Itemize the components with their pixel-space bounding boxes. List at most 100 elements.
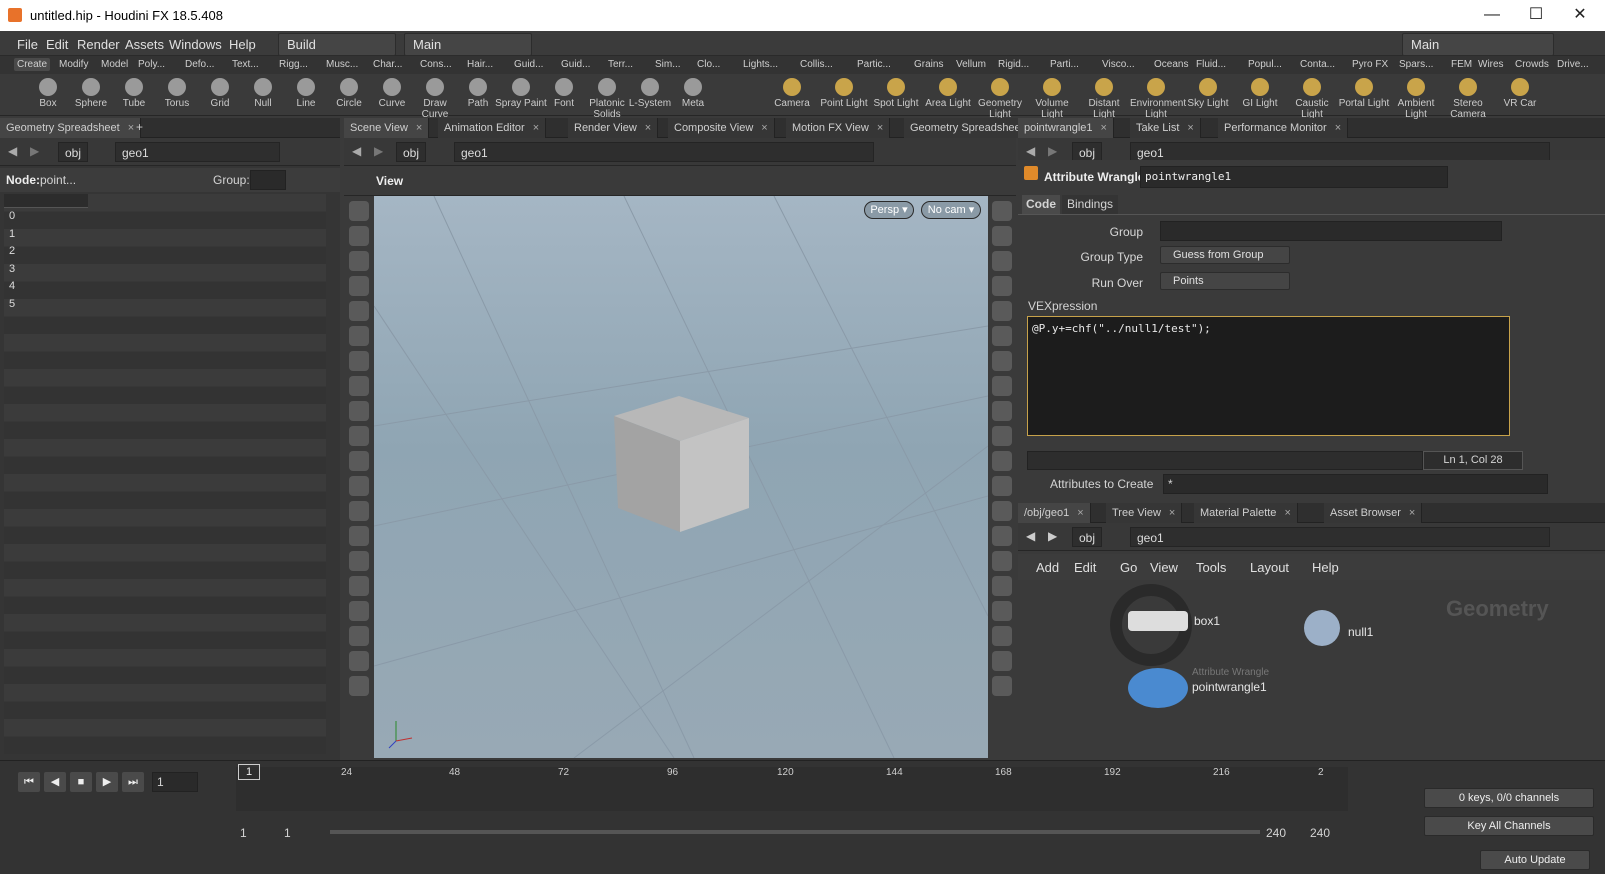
shelf-tool[interactable]: Ambient Light (1390, 78, 1442, 120)
close-button[interactable]: ✕ (1558, 4, 1602, 26)
viewer-tool-icon[interactable] (349, 501, 369, 521)
forward-arrow-icon[interactable]: ▶ (1048, 529, 1057, 543)
shelf-tab[interactable]: Visco... (1099, 58, 1138, 71)
path-obj[interactable]: obj (58, 142, 89, 162)
run-over-menu[interactable]: Points (1160, 272, 1290, 290)
path-obj[interactable]: obj (1072, 142, 1103, 162)
shelf-tab[interactable]: Char... (370, 58, 405, 71)
shelf-tab[interactable]: Fluid... (1193, 58, 1229, 71)
shelf-tab[interactable]: Collis... (797, 58, 836, 71)
shelf-tab[interactable]: Pyro FX (1349, 58, 1391, 71)
viewer-tool-icon[interactable] (349, 576, 369, 596)
display-option-icon[interactable] (992, 376, 1012, 396)
shelf-tab[interactable]: Parti... (1047, 58, 1082, 71)
menu-edit[interactable]: Edit (46, 37, 68, 52)
network-menu-item[interactable]: Go (1120, 560, 1137, 575)
viewer-tool-icon[interactable] (349, 351, 369, 371)
display-option-icon[interactable] (992, 351, 1012, 371)
tab-right[interactable]: Take List × (1130, 118, 1201, 138)
path-geo[interactable]: geo1 (115, 142, 280, 162)
shelf-tool[interactable]: Point Light (818, 78, 870, 110)
tab-right[interactable]: Performance Monitor × (1218, 118, 1349, 138)
viewer-tool-icon[interactable] (349, 301, 369, 321)
shelf-tab[interactable]: Grains (911, 58, 946, 71)
jump-end-button[interactable]: ⏭ (122, 772, 144, 792)
display-option-icon[interactable] (992, 476, 1012, 496)
tab-center[interactable]: Animation Editor × (438, 118, 547, 138)
shelf-tool[interactable]: Spot Light (870, 78, 922, 110)
viewer-tool-icon[interactable] (349, 201, 369, 221)
null-node[interactable] (1304, 610, 1340, 646)
start-frame[interactable]: 1 (240, 826, 247, 840)
menu-assets[interactable]: Assets (125, 37, 164, 52)
close-tab-icon[interactable]: × (645, 122, 651, 134)
shelf-tab[interactable]: Wires (1475, 58, 1507, 71)
network-menu-item[interactable]: Tools (1196, 560, 1226, 575)
tab-center[interactable]: Render View × (568, 118, 659, 138)
shelf-tool[interactable]: Distant Light (1078, 78, 1130, 120)
group-field[interactable] (250, 170, 286, 190)
network-menu-item[interactable]: Add (1036, 560, 1059, 575)
keys-status[interactable]: 0 keys, 0/0 channels (1424, 788, 1594, 808)
shelf-tab[interactable]: Poly... (135, 58, 168, 71)
shelf-tab[interactable]: Oceans (1151, 58, 1191, 71)
path-geo[interactable]: geo1 (454, 142, 874, 162)
shelf-tool[interactable]: Meta (667, 78, 719, 110)
display-option-icon[interactable] (992, 551, 1012, 571)
display-option-icon[interactable] (992, 451, 1012, 471)
close-tab-icon[interactable]: × (1284, 507, 1290, 519)
shelf-tab[interactable]: Model (98, 58, 131, 71)
close-tab-icon[interactable]: × (1187, 122, 1193, 134)
shelf-tab[interactable]: Rigg... (276, 58, 311, 71)
node-name-field[interactable]: pointwrangle1 (1140, 166, 1448, 188)
path-geo[interactable]: geo1 (1130, 527, 1550, 547)
stop-button[interactable]: ■ (70, 772, 92, 792)
shelf-tool[interactable]: Caustic Light (1286, 78, 1338, 120)
desktop-dropdown[interactable]: Build (278, 33, 396, 56)
network-menu-item[interactable]: Help (1312, 560, 1339, 575)
end-frame[interactable]: 240 (1266, 826, 1286, 840)
tab-bindings[interactable]: Bindings (1062, 195, 1118, 214)
viewer-tool-icon[interactable] (349, 651, 369, 671)
wrangle-node[interactable] (1128, 668, 1188, 708)
close-tab-icon[interactable]: × (533, 122, 539, 134)
display-option-icon[interactable] (992, 276, 1012, 296)
display-option-icon[interactable] (992, 326, 1012, 346)
tab-network[interactable]: Asset Browser × (1324, 503, 1423, 523)
close-tab-icon[interactable]: × (416, 122, 422, 134)
shelf-tab[interactable]: Musc... (323, 58, 361, 71)
shelf-tab[interactable]: FEM (1448, 58, 1475, 71)
display-option-icon[interactable] (992, 401, 1012, 421)
display-option-icon[interactable] (992, 601, 1012, 621)
menu-help[interactable]: Help (229, 37, 256, 52)
display-option-icon[interactable] (992, 626, 1012, 646)
maximize-button[interactable]: ☐ (1514, 4, 1558, 26)
shelf-tab[interactable]: Sim... (652, 58, 684, 71)
back-arrow-icon[interactable]: ◀ (1026, 144, 1035, 158)
camera-menu[interactable]: No cam ▾ (921, 201, 981, 219)
shelf-tab[interactable]: Vellum (953, 58, 989, 71)
close-tab-icon[interactable]: × (1169, 507, 1175, 519)
viewer-tool-icon[interactable] (349, 276, 369, 296)
auto-update-button[interactable]: Auto Update (1480, 850, 1590, 870)
display-option-icon[interactable] (992, 226, 1012, 246)
viewer-tool-icon[interactable] (349, 601, 369, 621)
viewer-tool-icon[interactable] (349, 676, 369, 696)
tab-center[interactable]: Motion FX View × (786, 118, 891, 138)
shelf-tab[interactable]: Hair... (464, 58, 496, 71)
network-menu-item[interactable]: Edit (1074, 560, 1096, 575)
key-all-channels-button[interactable]: Key All Channels (1424, 816, 1594, 836)
shelf-tool[interactable]: Geometry Light (974, 78, 1026, 120)
main-dropdown[interactable]: Main (404, 33, 532, 56)
display-option-icon[interactable] (992, 526, 1012, 546)
menu-render[interactable]: Render (77, 37, 120, 52)
shelf-tab[interactable]: Crowds (1512, 58, 1552, 71)
back-arrow-icon[interactable]: ◀ (352, 144, 361, 158)
viewer-tool-icon[interactable] (349, 451, 369, 471)
persp-menu[interactable]: Persp ▾ (864, 201, 914, 219)
frame-marker[interactable]: 1 (238, 764, 260, 780)
path-geo[interactable]: geo1 (1130, 142, 1550, 162)
viewer-tool-icon[interactable] (349, 526, 369, 546)
viewer-tool-icon[interactable] (349, 476, 369, 496)
display-option-icon[interactable] (992, 676, 1012, 696)
